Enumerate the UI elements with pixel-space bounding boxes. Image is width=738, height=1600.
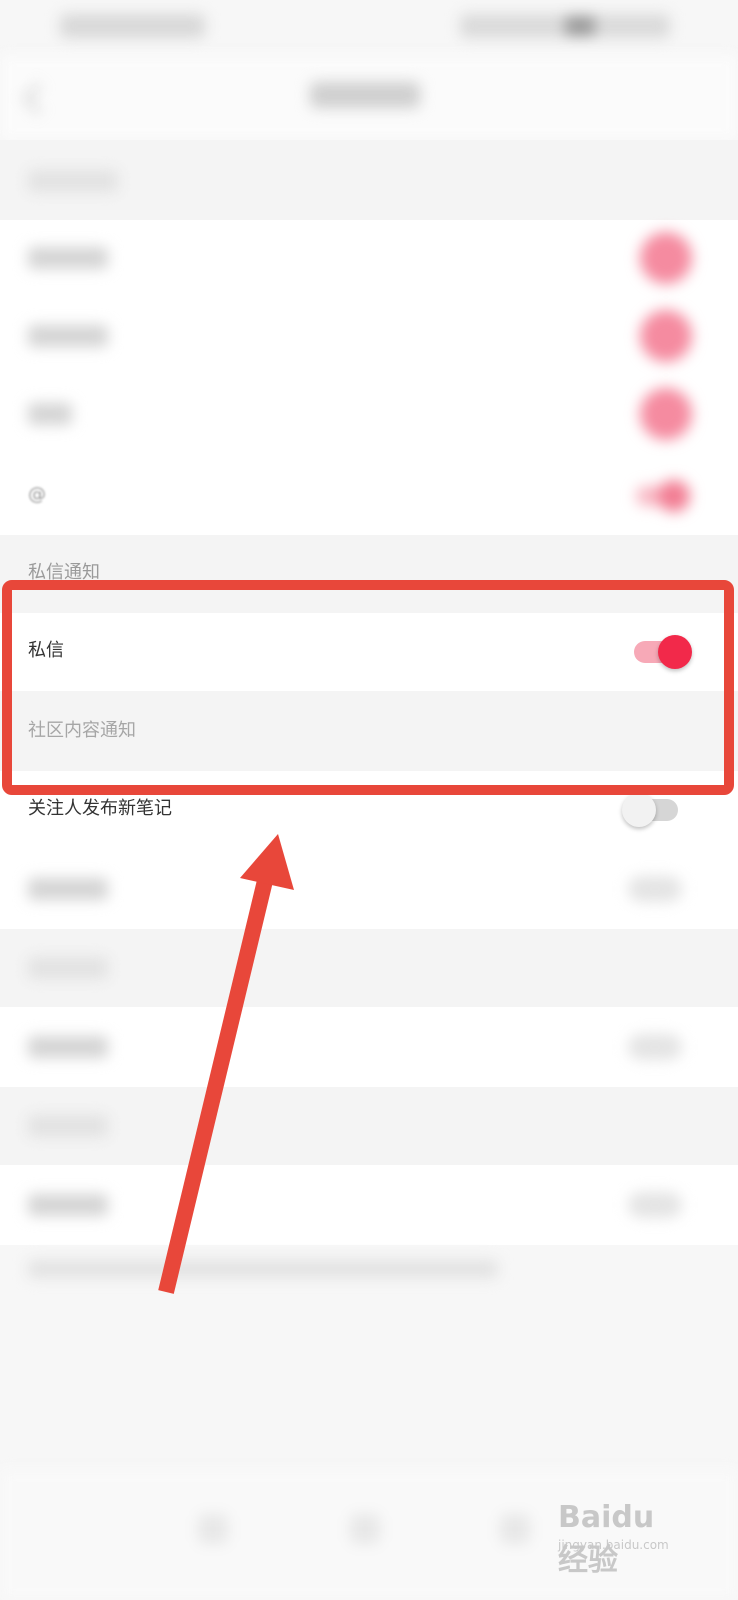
watermark: Baidu 经验 jingyan.baidu.com <box>558 1500 688 1578</box>
arrow-head <box>240 834 294 890</box>
annotation-arrow <box>158 834 294 1294</box>
arrow-shaft <box>158 858 278 1294</box>
watermark-url: jingyan.baidu.com <box>558 1538 669 1552</box>
